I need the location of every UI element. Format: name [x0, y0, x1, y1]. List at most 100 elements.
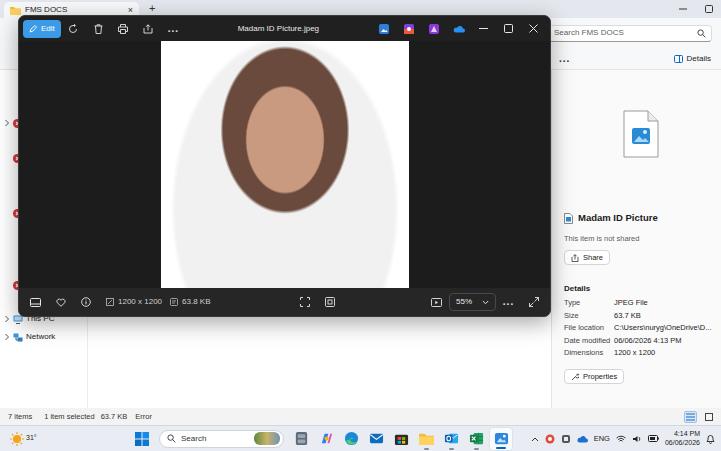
taskbar-app-button[interactable] [464, 427, 488, 451]
taskbar-search[interactable]: Search [159, 430, 284, 448]
edit-button[interactable]: Edit [23, 20, 61, 38]
more-button[interactable]: ... [161, 16, 186, 41]
expand-chevron-icon[interactable] [4, 315, 10, 323]
start-button[interactable] [130, 427, 154, 451]
details-heading: Details [564, 284, 717, 294]
fit-to-window-icon[interactable] [292, 290, 317, 315]
clock[interactable]: 4:14 PM 06/06/2026 [665, 430, 700, 446]
selection-size: 63.7 KB [101, 412, 128, 421]
property-label: Type [564, 298, 614, 307]
taskbar-app-button[interactable] [439, 427, 463, 451]
property-value: C:\Users\nuryg\OneDrive\D... [614, 323, 717, 332]
sharing-status: This item is not shared [564, 234, 717, 243]
file-name: Madam ID Picture [578, 212, 658, 223]
share-icon[interactable] [136, 16, 161, 41]
mail-app-icon [369, 431, 384, 446]
image-file-small-icon [564, 213, 573, 224]
file-size-icon [170, 298, 178, 306]
clipchamp-icon[interactable] [396, 16, 421, 41]
selection-count: 1 item selected [44, 412, 94, 421]
network-icon [13, 333, 23, 342]
search-icon[interactable] [697, 29, 706, 38]
nav-item-label: Network [26, 332, 55, 342]
tiles-view-icon[interactable] [705, 413, 713, 421]
more-button[interactable]: ... [559, 53, 570, 65]
favorite-heart-icon[interactable] [48, 290, 73, 315]
search-field[interactable] [554, 28, 693, 38]
viewer-bottom-bar: 1200 x 1200 63.8 KB 55% ... [19, 288, 550, 316]
minimize-icon[interactable] [471, 16, 496, 41]
input-language[interactable]: ENG [594, 434, 610, 443]
app-tray-icon[interactable] [561, 434, 571, 444]
details-toggle-button[interactable]: Details [674, 54, 711, 64]
details-pane-icon [674, 55, 683, 63]
full-screen-icon[interactable] [521, 290, 546, 315]
photo[interactable] [161, 41, 409, 288]
taskbar-app-button[interactable] [489, 427, 513, 451]
file-name-row: Madam ID Picture [564, 212, 717, 224]
nav-item[interactable]: Network [4, 328, 87, 346]
maximize-icon[interactable] [705, 5, 713, 13]
info-icon[interactable] [73, 290, 98, 315]
expand-chevron-icon[interactable] [4, 333, 10, 341]
show-hidden-icons-icon[interactable] [531, 436, 539, 442]
dimensions-icon [106, 298, 114, 306]
search-box[interactable] [548, 25, 712, 42]
time: 4:14 PM [665, 430, 700, 438]
tab-title: FMS DOCS [25, 5, 67, 15]
notification-bell-icon[interactable] [706, 434, 715, 444]
taskbar-app-button[interactable] [389, 427, 413, 451]
taskbar-app-button[interactable] [289, 427, 313, 451]
error-status: Error [135, 412, 152, 421]
image-file-size: 63.8 KB [182, 297, 210, 307]
date: 06/06/2026 [665, 439, 700, 447]
wrench-icon [571, 373, 579, 381]
new-tab-button[interactable]: + [149, 2, 155, 15]
photo-app-icon[interactable] [371, 16, 396, 41]
taskbar-app-button[interactable] [414, 427, 438, 451]
close-tab-button[interactable]: × [128, 5, 133, 16]
wifi-icon[interactable] [616, 435, 626, 443]
weather-widget[interactable]: 31° [10, 432, 44, 446]
property-label: Dimensions [564, 348, 614, 357]
battery-icon[interactable] [648, 435, 659, 442]
zoom-dropdown[interactable]: 55% [449, 293, 496, 311]
image-dimensions: 1200 x 1200 [118, 297, 162, 307]
print-icon[interactable] [111, 16, 136, 41]
viewer-title-bar: Edit ... Madam ID Picture.jpeg [19, 16, 550, 41]
edge-app-icon [344, 431, 359, 446]
running-indicator [496, 447, 506, 449]
property-value: 63.7 KB [614, 311, 717, 320]
excel-app-icon [469, 431, 484, 446]
delete-icon[interactable] [86, 16, 111, 41]
details-view-icon[interactable] [684, 411, 697, 423]
taskbar-app-button[interactable] [364, 427, 388, 451]
minimize-icon[interactable] [679, 5, 687, 13]
rotate-icon[interactable] [61, 16, 86, 41]
search-icon [167, 434, 176, 443]
system-tray: ENG 4:14 PM 06/06/2026 [531, 430, 715, 446]
taskbar-app-button[interactable] [339, 427, 363, 451]
sun-icon [10, 432, 24, 446]
folder-icon [10, 6, 21, 15]
property-value: 06/06/2026 4:13 PM [614, 336, 717, 345]
taskbar-app-button[interactable] [314, 427, 338, 451]
property-label: Date modified [564, 336, 614, 345]
maximize-icon[interactable] [496, 16, 521, 41]
close-icon[interactable] [521, 16, 546, 41]
security-icon[interactable] [545, 434, 555, 444]
share-button[interactable]: Share [564, 250, 610, 265]
item-count: 7 items [8, 412, 32, 421]
slideshow-icon[interactable] [424, 290, 449, 315]
actual-size-icon[interactable] [317, 290, 342, 315]
properties-button[interactable]: Properties [564, 369, 624, 384]
filmstrip-icon[interactable] [23, 290, 48, 315]
volume-icon[interactable] [632, 435, 642, 443]
onedrive-icon[interactable] [446, 16, 471, 41]
image-stage [19, 41, 550, 288]
designer-icon[interactable] [421, 16, 446, 41]
chevron-icon[interactable] [4, 119, 10, 127]
property-label: File location [564, 323, 614, 332]
more-button[interactable]: ... [496, 290, 521, 315]
cloud-tray-icon[interactable] [577, 435, 588, 443]
